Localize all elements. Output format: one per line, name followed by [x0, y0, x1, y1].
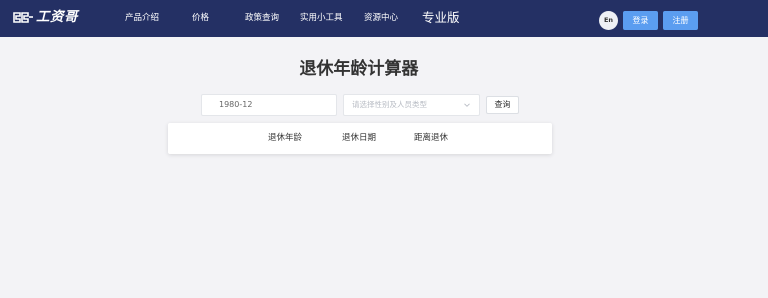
result-time-to-retirement-label: 距离退休: [414, 133, 449, 143]
result-retirement-age-label: 退休年龄: [268, 133, 303, 143]
chevron-down-icon: [464, 103, 470, 107]
nav-policy-query[interactable]: 政策查询: [245, 13, 279, 24]
brand-name: 工资哥: [36, 9, 78, 25]
login-button[interactable]: 登录: [623, 11, 658, 30]
page-title: 退休年龄计算器: [299, 59, 419, 79]
top-navbar: 工资哥 产品介绍 价格 政策查询 实用小工具 资源中心 专业版 En 登录 注册: [0, 0, 768, 37]
nav-pro-edition[interactable]: 专业版: [422, 10, 460, 26]
birth-month-input[interactable]: 1980-12: [201, 94, 337, 116]
result-retirement-date-label: 退休日期: [342, 133, 377, 143]
person-type-select[interactable]: 请选择性别及人员类型: [343, 94, 480, 116]
nav-product-intro[interactable]: 产品介绍: [125, 13, 159, 24]
logo-mark-icon: [13, 12, 33, 23]
person-type-placeholder: 请选择性别及人员类型: [352, 100, 427, 109]
result-card: 退休年龄 退休日期 距离退休: [168, 123, 552, 154]
register-button[interactable]: 注册: [663, 11, 698, 30]
language-toggle-button[interactable]: En: [599, 11, 618, 30]
brand-logo[interactable]: 工资哥: [12, 10, 78, 25]
query-button[interactable]: 查询: [486, 96, 519, 114]
nav-tools[interactable]: 实用小工具: [300, 13, 343, 24]
nav-resource-center[interactable]: 资源中心: [364, 13, 398, 24]
nav-pricing[interactable]: 价格: [192, 13, 209, 24]
